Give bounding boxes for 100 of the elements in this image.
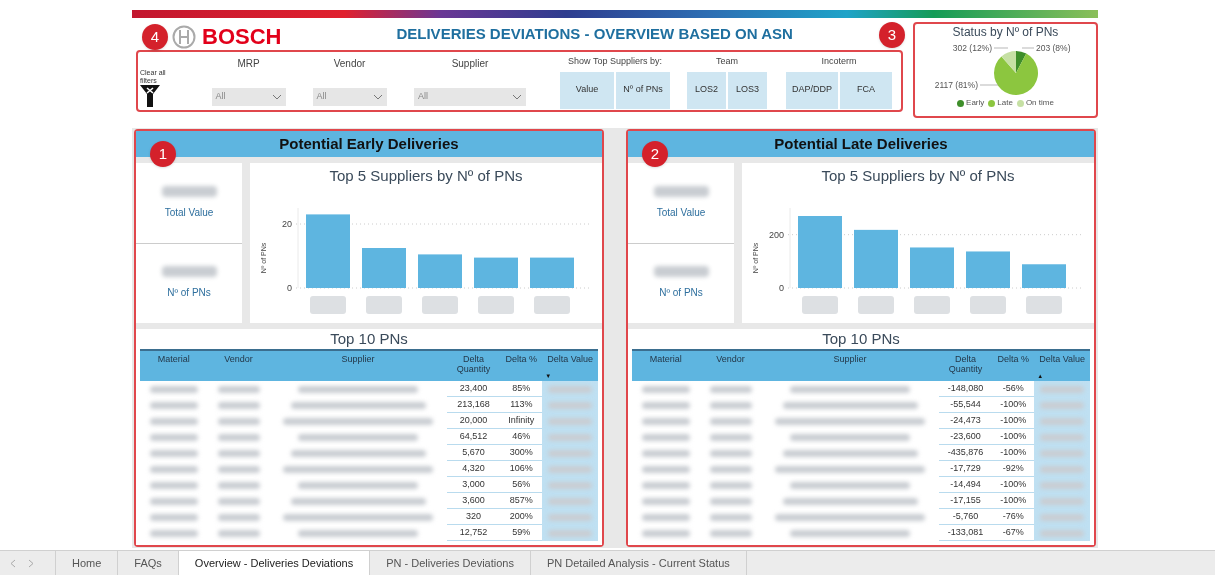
redacted-text bbox=[149, 513, 198, 521]
page-tab[interactable]: Overview - Deliveries Deviations bbox=[177, 551, 370, 575]
redacted-label bbox=[858, 295, 894, 314]
redacted-text bbox=[149, 433, 198, 441]
table-cell: -23,600 bbox=[938, 429, 993, 445]
redacted-text bbox=[1040, 385, 1085, 393]
dashboard-title: DELIVERIES DEVIATIONS - OVERVIEW BASED ON ASN bbox=[396, 23, 793, 44]
table-cell: 20,000 bbox=[446, 413, 501, 429]
table-cell: -24,473 bbox=[938, 413, 993, 429]
redacted-text bbox=[641, 385, 690, 393]
bar bbox=[854, 229, 898, 288]
bar bbox=[474, 257, 518, 288]
table-cell: -17,729 bbox=[938, 461, 993, 477]
leader-line bbox=[993, 47, 1008, 49]
table-cell: 4,320 bbox=[446, 461, 501, 477]
legend-label: On time bbox=[1025, 97, 1054, 109]
slicer-option[interactable]: Value bbox=[560, 71, 614, 109]
leader-line bbox=[1021, 47, 1034, 49]
chevron-left-icon[interactable] bbox=[10, 558, 16, 568]
redacted-text bbox=[641, 529, 690, 537]
redacted-text bbox=[548, 481, 593, 489]
table-cell: -133,081 bbox=[938, 525, 993, 541]
redacted-text bbox=[548, 385, 593, 393]
column-header[interactable]: Material bbox=[140, 351, 208, 381]
redacted-text bbox=[548, 513, 593, 521]
column-header[interactable]: Supplier bbox=[269, 351, 447, 381]
bar bbox=[966, 250, 1010, 288]
redacted-text bbox=[709, 385, 752, 393]
column-header[interactable]: Delta Quantity bbox=[446, 351, 501, 381]
chart-title: Top 5 Suppliers by Nº of PNs bbox=[821, 166, 1015, 186]
table-cell: 3,000 bbox=[446, 477, 501, 493]
redacted-text bbox=[641, 465, 690, 473]
kpi-label: Total Value bbox=[164, 205, 214, 220]
redacted-text bbox=[709, 433, 752, 441]
slicer-option[interactable]: Nº of PNs bbox=[616, 71, 670, 109]
redacted-text bbox=[217, 481, 260, 489]
redacted-text bbox=[709, 465, 752, 473]
page-tab[interactable]: PN Detailed Analysis - Current Status bbox=[529, 551, 747, 575]
leader-line bbox=[979, 84, 998, 86]
bar bbox=[530, 257, 574, 288]
redacted-label bbox=[478, 295, 514, 314]
chevron-right-icon[interactable] bbox=[28, 558, 34, 568]
redacted-text bbox=[641, 449, 690, 457]
redacted-text bbox=[217, 497, 260, 505]
chart-title: Top 5 Suppliers by Nº of PNs bbox=[329, 166, 523, 186]
annotation-marker: 3 bbox=[879, 22, 905, 48]
clear-filters-icon[interactable] bbox=[140, 85, 160, 107]
column-header[interactable]: Delta % bbox=[992, 351, 1035, 381]
column-header[interactable]: Vendor bbox=[207, 351, 270, 381]
table-title: Top 10 PNs bbox=[329, 329, 409, 349]
redacted-text bbox=[548, 417, 593, 425]
redacted-label bbox=[422, 295, 458, 314]
table-cell: 64,512 bbox=[446, 429, 501, 445]
filter-label: MRP bbox=[237, 57, 260, 71]
column-header[interactable]: Delta Quantity bbox=[938, 351, 993, 381]
table-cell: 5,670 bbox=[446, 445, 501, 461]
column-header[interactable]: Supplier bbox=[761, 351, 939, 381]
redacted-text bbox=[217, 449, 260, 457]
redacted-text bbox=[1040, 481, 1085, 489]
slicer-option[interactable]: LOS3 bbox=[728, 71, 767, 109]
slicer-option[interactable]: DAP/DDP bbox=[786, 71, 838, 109]
redacted-text bbox=[548, 449, 593, 457]
redacted-text bbox=[641, 513, 690, 521]
legend-label: Early bbox=[966, 97, 985, 109]
column-header[interactable]: Material bbox=[632, 351, 700, 381]
redacted-text bbox=[1040, 465, 1085, 473]
column-header[interactable]: Delta % bbox=[500, 351, 543, 381]
table-cell: -5,760 bbox=[938, 509, 993, 525]
data-label: 302 (12%) bbox=[952, 43, 992, 53]
column-header[interactable]: Vendor bbox=[699, 351, 762, 381]
table-cell: -14,494 bbox=[938, 477, 993, 493]
redacted-label bbox=[914, 295, 950, 314]
table-cell: -148,080 bbox=[938, 381, 993, 397]
tick-label: 0 bbox=[779, 282, 784, 293]
slicer-option[interactable]: LOS2 bbox=[687, 71, 726, 109]
group-label: Show Top Suppliers by: bbox=[568, 55, 662, 68]
table-cell: 3,600 bbox=[446, 493, 501, 509]
redacted-text bbox=[161, 185, 217, 197]
tick-label: 20 bbox=[282, 218, 292, 229]
redacted-text bbox=[709, 417, 752, 425]
table-cell: -435,876 bbox=[938, 445, 993, 461]
redacted-text bbox=[149, 401, 198, 409]
redacted-text bbox=[641, 433, 690, 441]
table-cell: 23,400 bbox=[446, 381, 501, 397]
chart-title: Status by Nº of PNs bbox=[952, 24, 1059, 40]
redacted-text bbox=[217, 465, 260, 473]
redacted-label bbox=[1026, 295, 1062, 314]
redacted-text bbox=[1040, 497, 1085, 505]
redacted-label bbox=[366, 295, 402, 314]
redacted-text bbox=[548, 401, 593, 409]
slicer-option[interactable]: FCA bbox=[840, 71, 892, 109]
logo-icon bbox=[172, 25, 196, 49]
redacted-text bbox=[149, 417, 198, 425]
redacted-text bbox=[149, 497, 198, 505]
redacted-text bbox=[653, 185, 709, 197]
bar bbox=[1022, 263, 1066, 288]
redacted-label bbox=[534, 295, 570, 314]
logo-wordmark: BOSCH bbox=[202, 26, 282, 48]
redacted-text bbox=[641, 401, 690, 409]
table-cell: 12,752 bbox=[446, 525, 501, 541]
